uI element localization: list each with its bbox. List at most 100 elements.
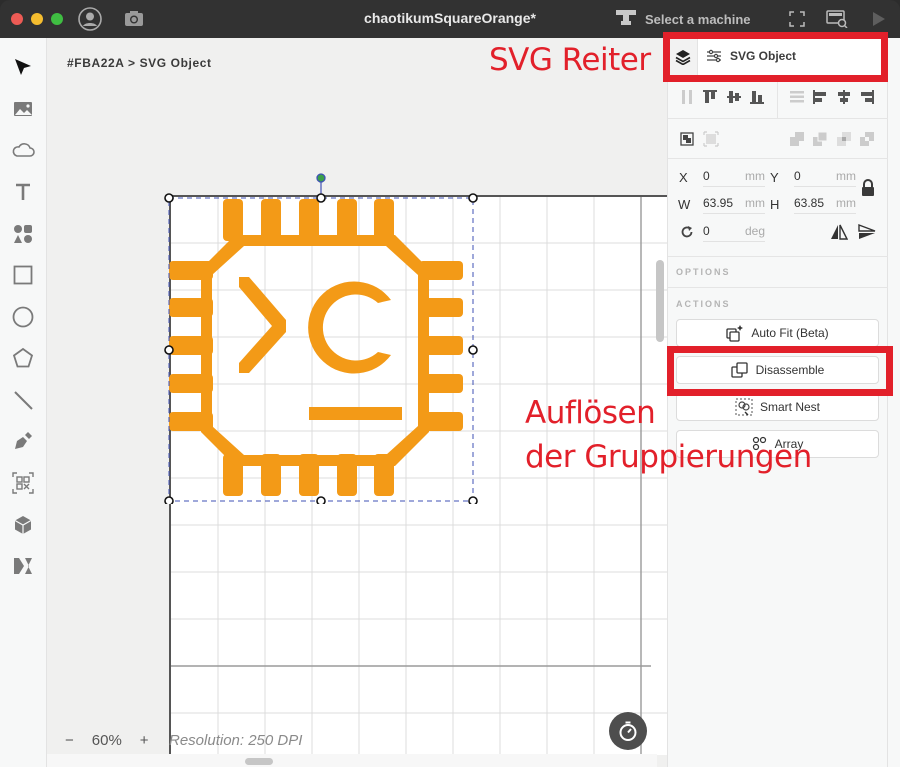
zoom-in-button[interactable]: + (140, 732, 149, 749)
horizontal-scrollbar[interactable] (245, 758, 273, 765)
resize-handle-top[interactable] (316, 193, 326, 203)
zoom-out-button[interactable]: − (65, 732, 74, 749)
polygon-tool[interactable] (11, 346, 35, 370)
stopwatch-icon (619, 721, 637, 741)
flip-vertical-icon[interactable] (858, 223, 876, 241)
dx-icon (14, 558, 32, 574)
y-input[interactable]: 0 mm (794, 167, 856, 187)
rectangle-tool[interactable] (11, 263, 35, 287)
y-label: Y (770, 170, 779, 185)
actions-heading: ACTIONS (676, 299, 731, 309)
ungroup-icon[interactable] (702, 130, 720, 148)
select-tool[interactable] (11, 55, 35, 79)
preview-search-icon[interactable] (826, 10, 848, 28)
distribute-horizontal-icon[interactable] (788, 88, 806, 106)
pentagon-icon (12, 347, 34, 368)
dimensions-row: X 0 mm Y 0 mm W 63.95 mm H 63.85 mm 0 de… (668, 159, 888, 257)
align-row (668, 76, 888, 119)
pen-tool[interactable] (11, 429, 35, 453)
align-middle-icon[interactable] (725, 88, 743, 106)
estimate-time-button[interactable] (609, 712, 647, 750)
zoom-level[interactable]: 60% (92, 732, 122, 749)
cursor-arrow-icon (15, 59, 31, 75)
resize-handle-bottom-right[interactable] (468, 496, 478, 504)
smart-nest-button[interactable]: Smart Nest (676, 393, 879, 421)
chip-logo (169, 199, 463, 496)
align-left-icon[interactable] (811, 88, 829, 106)
smart-nest-icon (735, 398, 753, 416)
shapes-tool[interactable] (11, 222, 35, 246)
boolean-difference-icon[interactable] (858, 130, 876, 148)
shapes-icon (14, 225, 32, 243)
resize-handle-left[interactable] (164, 345, 174, 355)
resize-handle-bottom[interactable] (316, 496, 326, 504)
resize-handle-bottom-left[interactable] (164, 496, 174, 504)
annotation-disassemble-line1: Auflösen (525, 395, 656, 431)
rotation-icon (678, 223, 696, 241)
resize-handle-top-right[interactable] (468, 193, 478, 203)
qr-code-icon (12, 472, 34, 494)
align-right-icon[interactable] (858, 88, 876, 106)
width-input[interactable]: 63.95 mm (703, 194, 765, 214)
annotation-box-disassemble (667, 346, 893, 396)
line-tool[interactable] (11, 388, 35, 412)
flip-horizontal-icon[interactable] (830, 223, 848, 241)
horizontal-scroll-track (47, 754, 657, 767)
cube-icon (14, 516, 32, 534)
auto-fit-icon (726, 325, 744, 342)
boolean-subtract-icon[interactable] (811, 130, 829, 148)
svg-object[interactable] (159, 164, 489, 504)
close-window-button[interactable] (11, 13, 23, 25)
annotation-disassemble-line2: der Gruppierungen (525, 439, 812, 475)
annotation-svg-tab: SVG Reiter (489, 42, 651, 78)
text-icon (16, 183, 30, 200)
maximize-window-button[interactable] (51, 13, 63, 25)
3d-object-tool[interactable] (11, 513, 35, 537)
rotation-input[interactable]: 0 deg (703, 222, 765, 242)
rectangle-icon (13, 265, 33, 285)
image-icon (14, 102, 32, 116)
machine-select[interactable]: Select a machine (615, 9, 751, 30)
align-bottom-icon[interactable] (748, 88, 766, 106)
h-label: H (770, 197, 780, 212)
camera-icon[interactable] (124, 10, 144, 27)
rotate-handle[interactable] (316, 173, 326, 183)
machine-select-label: Select a machine (645, 12, 751, 27)
machine-icon (615, 9, 637, 30)
circle-icon (12, 306, 34, 328)
align-center-icon[interactable] (835, 88, 853, 106)
breadcrumb: #FBA22A > SVG Object (67, 56, 212, 70)
annotation-box-svg-tab (663, 32, 888, 82)
line-icon (14, 391, 33, 410)
pen-icon (15, 432, 32, 449)
w-label: W (678, 197, 691, 212)
cloud-tool[interactable] (11, 138, 35, 162)
resize-handle-right[interactable] (468, 345, 478, 355)
auto-fit-button[interactable]: Auto Fit (Beta) (676, 319, 879, 347)
group-row (668, 119, 888, 159)
boolean-union-icon[interactable] (788, 130, 806, 148)
fullscreen-icon[interactable] (789, 11, 805, 27)
options-heading: OPTIONS (676, 267, 731, 277)
options-section: OPTIONS (668, 257, 888, 288)
height-input[interactable]: 63.85 mm (794, 194, 856, 214)
resize-handle-top-left[interactable] (164, 193, 174, 203)
cloud-icon (12, 143, 35, 157)
account-icon[interactable] (78, 7, 102, 31)
distribute-vertical-icon[interactable] (678, 88, 696, 106)
lock-aspect-icon[interactable] (859, 179, 877, 197)
vertical-scrollbar[interactable] (656, 260, 664, 342)
dx-tool[interactable] (11, 554, 35, 578)
group-icon[interactable] (678, 130, 696, 148)
right-panel: SVG Object X 0 mm Y 0 mm W 63.95 mm H 63… (667, 38, 900, 767)
x-input[interactable]: 0 mm (703, 167, 765, 187)
text-tool[interactable] (11, 180, 35, 204)
play-icon[interactable] (872, 11, 886, 27)
zoom-controls: − 60% + (65, 732, 149, 749)
qr-code-tool[interactable] (11, 471, 35, 495)
image-tool[interactable] (11, 97, 35, 121)
align-top-icon[interactable] (701, 88, 719, 106)
boolean-intersect-icon[interactable] (835, 130, 853, 148)
ellipse-tool[interactable] (11, 305, 35, 329)
minimize-window-button[interactable] (31, 13, 43, 25)
